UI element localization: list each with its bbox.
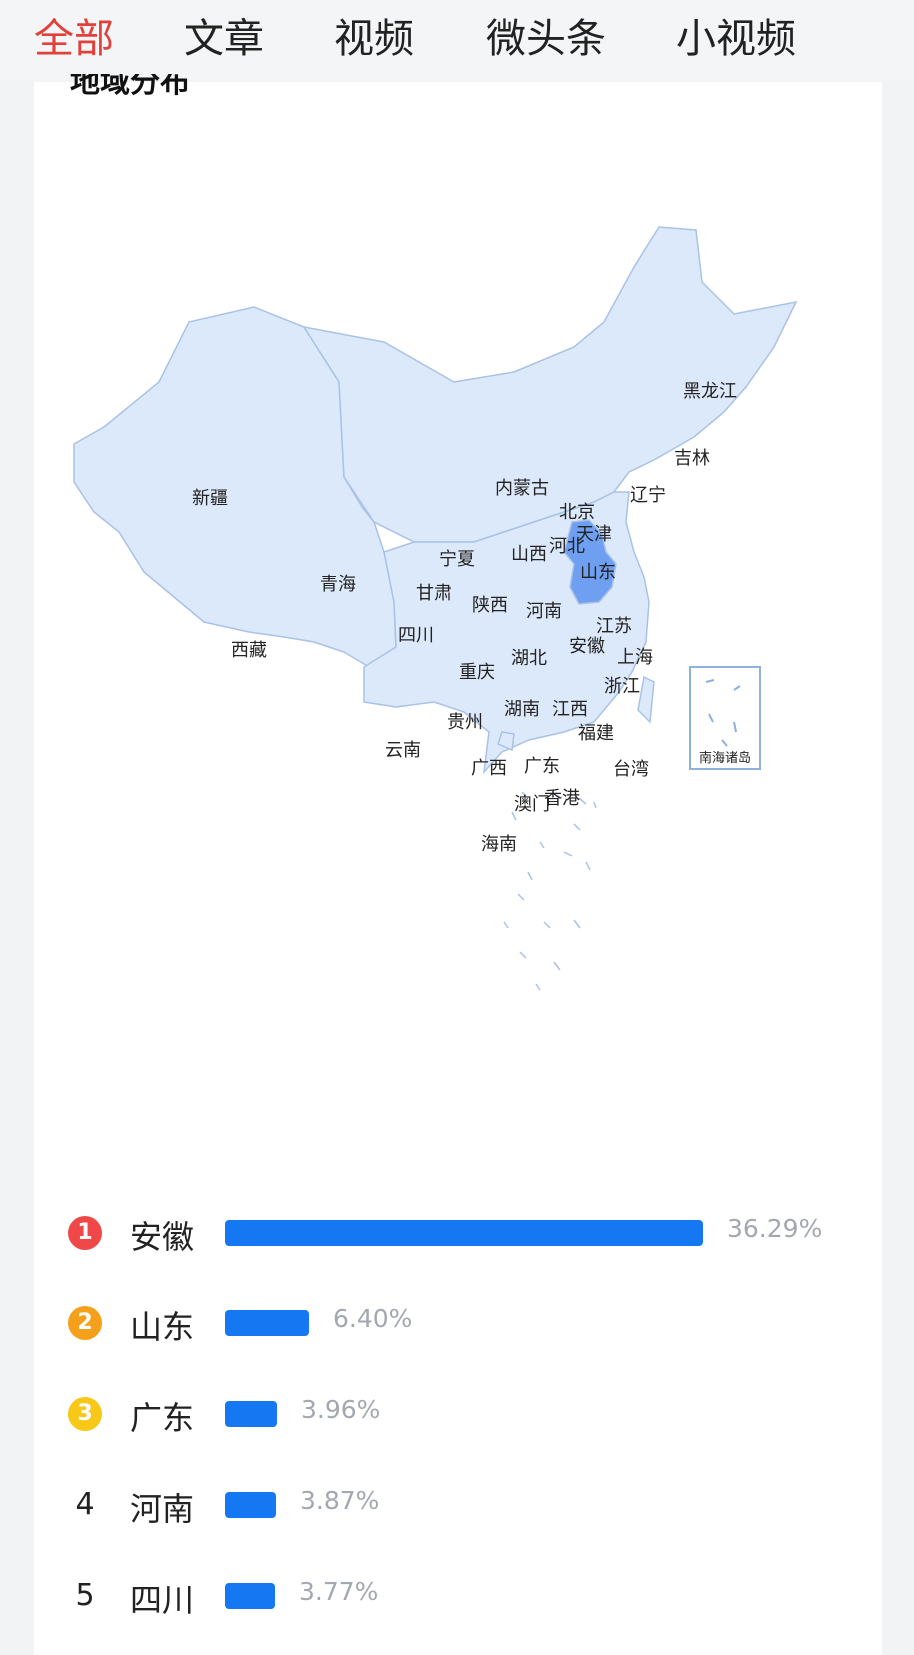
region-distribution-card: 地域分布 南海诸岛 黑龙江 吉林 辽宁 内蒙古 北京 天津 河北 山西 新疆 宁… <box>34 74 882 1655</box>
tab-micro-headlines[interactable]: 微头条 <box>486 12 606 66</box>
label-shaanxi: 陕西 <box>472 595 508 616</box>
label-shanghai: 上海 <box>617 647 653 668</box>
rank-bar <box>225 1220 703 1246</box>
label-jiangsu: 江苏 <box>596 616 632 637</box>
rank-province-name: 四川 <box>130 1581 195 1619</box>
label-xinjiang: 新疆 <box>192 488 228 509</box>
map-regions <box>73 226 798 775</box>
label-guangdong: 广东 <box>524 756 560 777</box>
rank-percent: 3.77% <box>299 1577 379 1606</box>
rank-row: 3 广东 3.96% <box>34 1387 882 1447</box>
label-shandong: 山东 <box>580 562 616 583</box>
rank-province-name: 广东 <box>130 1399 195 1437</box>
rank-bar <box>225 1401 277 1427</box>
label-guangxi: 广西 <box>471 758 507 779</box>
rank-percent: 6.40% <box>333 1304 413 1333</box>
label-liaoning: 辽宁 <box>630 485 666 506</box>
label-fujian: 福建 <box>578 723 614 744</box>
tab-all[interactable]: 全部 <box>34 12 114 66</box>
rank-percent: 36.29% <box>727 1214 823 1243</box>
label-ningxia: 宁夏 <box>439 549 475 570</box>
label-xizang: 西藏 <box>231 640 267 661</box>
label-hubei: 湖北 <box>511 648 547 669</box>
rank-row: 1 安徽 36.29% <box>34 1206 882 1266</box>
label-anhui: 安徽 <box>569 636 605 657</box>
label-zhejiang: 浙江 <box>604 676 640 697</box>
label-macau: 澳门 <box>514 794 550 815</box>
label-guizhou: 贵州 <box>447 712 483 733</box>
rank-row: 2 山东 6.40% <box>34 1296 882 1356</box>
label-hebei: 河北 <box>549 536 585 557</box>
label-heilongjiang: 黑龙江 <box>683 381 737 402</box>
rank-province-name: 安徽 <box>130 1218 195 1256</box>
label-shanxi: 山西 <box>511 544 547 565</box>
rank-bar <box>225 1310 309 1336</box>
south-china-sea-inset: 南海诸岛 <box>689 666 761 770</box>
content-type-tabs: 全部 文章 视频 微头条 小视频 <box>0 0 914 80</box>
label-qinghai: 青海 <box>320 574 356 595</box>
label-chongqing: 重庆 <box>459 662 495 683</box>
label-beijing: 北京 <box>559 502 595 523</box>
label-henan: 河南 <box>526 601 562 622</box>
rank-bar <box>225 1583 275 1609</box>
rank-number: 4 <box>75 1487 95 1522</box>
tab-videos[interactable]: 视频 <box>334 12 414 66</box>
label-neimenggu: 内蒙古 <box>495 478 549 499</box>
label-hunan: 湖南 <box>504 699 540 720</box>
sea-islands <box>503 791 597 991</box>
rank-badge: 1 <box>68 1216 102 1250</box>
map-region-taiwan <box>637 675 655 724</box>
rank-percent: 3.87% <box>300 1486 380 1515</box>
label-jiangxi: 江西 <box>552 699 588 720</box>
label-taiwan: 台湾 <box>613 759 649 780</box>
rank-row: 5 四川 3.77% <box>34 1569 882 1629</box>
tab-articles[interactable]: 文章 <box>184 12 264 66</box>
label-gansu: 甘肃 <box>416 583 452 604</box>
rank-badge: 3 <box>68 1397 102 1431</box>
inset-label: 南海诸岛 <box>699 750 751 766</box>
rank-province-name: 山东 <box>130 1308 195 1346</box>
tab-short-videos[interactable]: 小视频 <box>676 12 796 66</box>
rank-province-name: 河南 <box>130 1490 195 1528</box>
rank-bar <box>225 1492 276 1518</box>
label-hainan: 海南 <box>481 834 517 855</box>
label-yunnan: 云南 <box>385 740 421 761</box>
rank-percent: 3.96% <box>301 1395 381 1424</box>
label-jilin: 吉林 <box>674 448 710 469</box>
china-map: 南海诸岛 黑龙江 吉林 辽宁 内蒙古 北京 天津 河北 山西 新疆 宁夏 青海 … <box>73 226 798 991</box>
label-sichuan: 四川 <box>398 625 434 646</box>
rank-row: 4 河南 3.87% <box>34 1478 882 1538</box>
rank-badge: 2 <box>68 1306 102 1340</box>
rank-number: 5 <box>75 1578 95 1613</box>
